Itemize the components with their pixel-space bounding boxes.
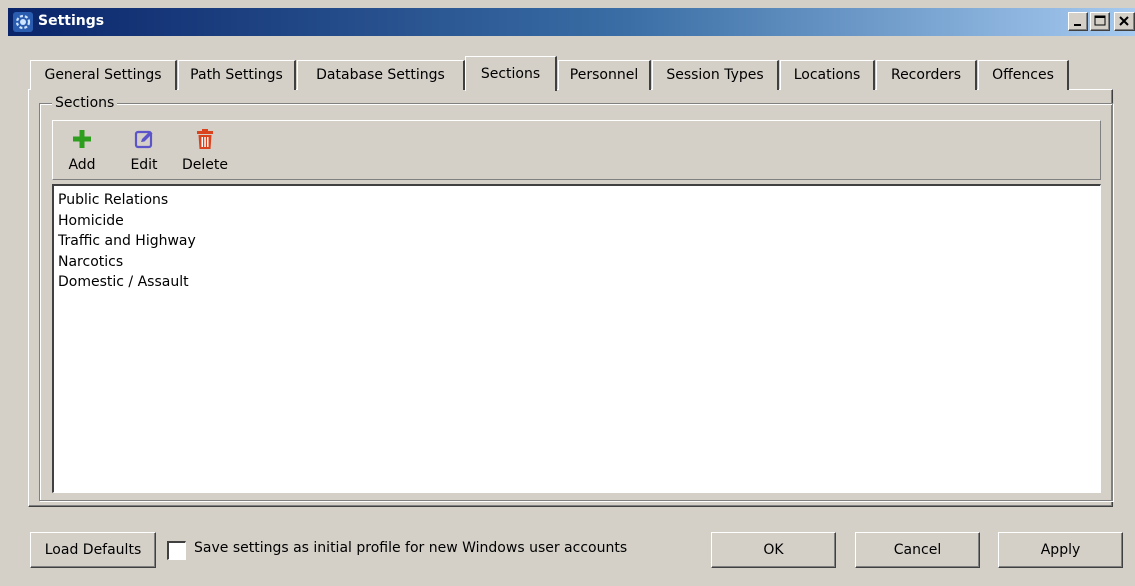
window-title: Settings	[38, 13, 105, 29]
add-label: Add	[68, 157, 96, 173]
list-item[interactable]: Public Relations	[58, 190, 1100, 211]
tab-locations[interactable]: Locations	[780, 60, 875, 90]
save-profile-checkbox[interactable]	[167, 541, 186, 560]
edit-button[interactable]: Edit	[126, 128, 162, 178]
tab-recorders[interactable]: Recorders	[876, 60, 977, 90]
list-item[interactable]: Narcotics	[58, 252, 1100, 273]
save-profile-label: Save settings as initial profile for new…	[194, 540, 628, 556]
tab-label: Personnel	[569, 67, 639, 83]
maximize-button[interactable]	[1090, 12, 1110, 31]
tab-label: General Settings	[44, 67, 162, 83]
apply-button[interactable]: Apply	[998, 532, 1123, 568]
tab-label: Locations	[793, 67, 861, 83]
groupbox-label: Sections	[52, 95, 118, 111]
edit-label: Edit	[130, 157, 158, 173]
tab-label: Recorders	[890, 67, 962, 83]
edit-icon	[134, 130, 153, 149]
tab-label: Database Settings	[316, 67, 445, 83]
delete-label: Delete	[182, 157, 228, 173]
ok-button[interactable]: OK	[711, 532, 836, 568]
tab-sections[interactable]: Sections	[465, 56, 557, 91]
maximize-icon	[1094, 15, 1106, 26]
tab-database-settings[interactable]: Database Settings	[297, 60, 465, 90]
tab-path-settings[interactable]: Path Settings	[178, 60, 296, 90]
list-item[interactable]: Domestic / Assault	[58, 272, 1100, 293]
title-bar[interactable]: Settings	[8, 8, 1135, 36]
sections-list[interactable]: Public Relations Homicide Traffic and Hi…	[52, 184, 1101, 493]
tab-label: Session Types	[666, 67, 764, 83]
tab-label: Offences	[992, 67, 1054, 83]
delete-button[interactable]: Delete	[176, 128, 234, 178]
settings-window: Settings General Settings Path Settings …	[0, 0, 1135, 586]
tab-general-settings[interactable]: General Settings	[30, 60, 177, 90]
settings-gear-icon	[13, 12, 33, 32]
list-item[interactable]: Traffic and Highway	[58, 231, 1100, 252]
load-defaults-button[interactable]: Load Defaults	[30, 532, 156, 568]
tab-personnel[interactable]: Personnel	[558, 60, 651, 90]
cancel-button[interactable]: Cancel	[855, 532, 980, 568]
minimize-button[interactable]	[1068, 12, 1088, 31]
list-item[interactable]: Homicide	[58, 211, 1100, 232]
tab-strip: General Settings Path Settings Database …	[30, 56, 1110, 91]
tab-label: Sections	[480, 66, 541, 82]
trash-icon	[197, 129, 213, 149]
tab-offences[interactable]: Offences	[978, 60, 1069, 90]
close-button[interactable]	[1114, 12, 1135, 31]
close-icon	[1119, 16, 1129, 26]
minimize-icon	[1074, 24, 1081, 26]
add-button[interactable]: Add	[64, 128, 100, 178]
plus-icon	[73, 130, 91, 148]
tab-session-types[interactable]: Session Types	[652, 60, 779, 90]
tab-label: Path Settings	[190, 67, 283, 83]
